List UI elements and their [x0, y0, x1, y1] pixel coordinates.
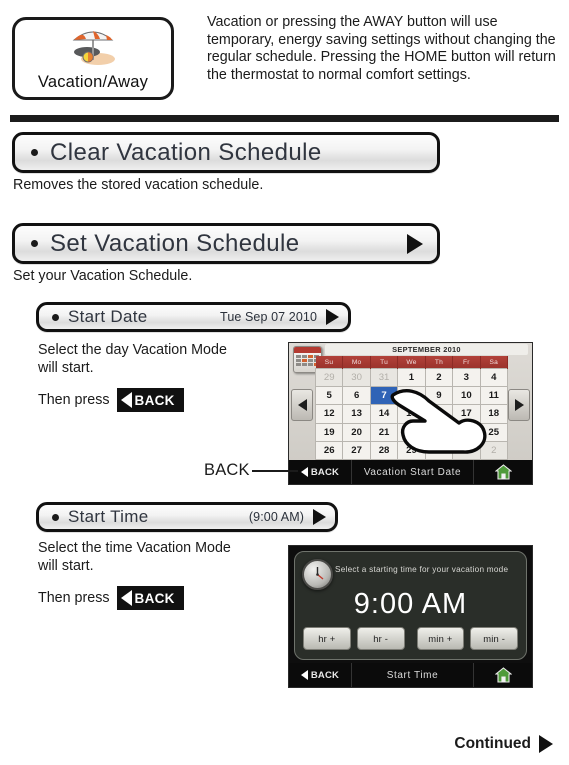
back-callout-label: BACK — [204, 461, 250, 479]
start-time-bar[interactable]: Start Time (9:00 AM) — [36, 502, 338, 532]
header-section: Vacation/Away Vacation or pressing the A… — [0, 0, 569, 110]
screen-back-label: BACK — [310, 466, 340, 478]
screen-back-button[interactable]: BACK — [289, 460, 352, 484]
calendar-status-bar: BACK Vacation Start Date — [289, 460, 532, 484]
calendar-day-cell[interactable]: 27 — [342, 440, 371, 460]
divider-rule — [10, 115, 559, 122]
back-callout: BACK — [204, 461, 298, 480]
calendar-day-cell[interactable]: 26 — [314, 440, 344, 460]
manual-page: Vacation/Away Vacation or pressing the A… — [0, 0, 569, 765]
calendar-day-cell[interactable]: 30 — [342, 367, 371, 388]
home-icon — [493, 464, 513, 480]
calendar-day-cell[interactable]: 20 — [342, 422, 371, 442]
screen-home-button[interactable] — [473, 460, 532, 484]
calendar-weekday-header: Tu — [370, 356, 399, 369]
hour-increase-button[interactable]: hr + — [303, 627, 351, 650]
back-button-chip[interactable]: BACK — [116, 388, 184, 413]
set-vacation-schedule-caption: Set your Vacation Schedule. — [13, 268, 193, 284]
left-triangle-icon — [120, 392, 132, 409]
screen-home-button[interactable] — [473, 663, 532, 687]
calendar-day-cell[interactable]: 12 — [314, 404, 344, 424]
calendar-body: SEPTEMBER 2010 Su Mo Tu We Th Fr Sa 29 30 31 1 2 3 4 5… — [289, 343, 532, 479]
bullet-icon — [52, 313, 59, 321]
home-icon — [493, 667, 513, 683]
right-triangle-icon — [407, 233, 423, 254]
calendar-day-cell[interactable]: 19 — [314, 422, 344, 442]
calendar-prev-button[interactable] — [291, 389, 313, 421]
start-time-instructions: Select the time Vacation Mode will start… — [38, 540, 288, 611]
start-date-label: Start Date — [68, 307, 148, 326]
beach-umbrella-icon — [62, 26, 124, 70]
time-panel: Select a starting time for your vacation… — [294, 551, 527, 660]
right-arrow-icon — [514, 399, 524, 411]
vacation-away-badge: Vacation/Away — [12, 17, 174, 100]
intro-text: Vacation or pressing the AWAY button wil… — [207, 14, 556, 83]
start-time-instruction-line1: Select the time Vacation Mode — [38, 540, 231, 556]
calendar-next-button[interactable] — [508, 389, 530, 421]
screen-back-label: BACK — [310, 669, 340, 681]
start-date-instructions: Select the day Vacation Mode will start.… — [38, 342, 288, 413]
right-triangle-icon — [326, 309, 339, 325]
calendar-day-cell[interactable]: 13 — [342, 404, 371, 424]
calendar-month-title: SEPTEMBER 2010 — [325, 344, 528, 355]
calendar-weekday-header: Mo — [342, 356, 371, 369]
badge-label: Vacation/Away — [37, 73, 149, 91]
left-triangle-icon — [120, 590, 132, 607]
back-chip-label: BACK — [134, 392, 175, 408]
calendar-day-cell[interactable]: 6 — [342, 386, 371, 406]
calendar-weekday-header: Fr — [452, 356, 481, 369]
time-adjust-buttons: hr + hr - min + min - — [303, 627, 518, 650]
minute-increase-button[interactable]: min + — [416, 627, 465, 650]
continued-label: Continued — [454, 735, 531, 752]
calendar-day-cell[interactable]: 5 — [314, 386, 344, 406]
clear-vacation-schedule-bar[interactable]: Clear Vacation Schedule — [12, 132, 440, 173]
callout-leader-line — [251, 469, 298, 472]
calendar-weekday-header: Sa — [480, 356, 509, 369]
bullet-icon — [31, 149, 38, 156]
bullet-icon — [52, 513, 59, 521]
time-display-value: 9:00 AM — [353, 588, 468, 620]
set-vacation-schedule-label: Set Vacation Schedule — [50, 229, 300, 257]
left-arrow-icon — [297, 399, 307, 411]
back-chip-label: BACK — [134, 590, 175, 606]
pointing-hand-icon — [390, 389, 487, 454]
calendar-weekday-header: Su — [315, 356, 344, 369]
start-date-instruction-line1: Select the day Vacation Mode — [38, 342, 227, 358]
start-time-instruction-line2: will start. — [38, 557, 94, 574]
calendar-day-cell[interactable]: 29 — [314, 367, 344, 388]
time-hint-text: Select a starting time for your vacation… — [335, 565, 509, 574]
start-time-label: Start Time — [68, 507, 149, 526]
back-button-chip[interactable]: BACK — [116, 586, 184, 611]
time-status-bar: BACK Start Time — [289, 663, 532, 687]
continued-footer: Continued — [454, 735, 553, 753]
screen-title: Start Time — [386, 669, 439, 681]
left-triangle-icon — [300, 670, 308, 680]
right-triangle-icon — [313, 509, 326, 525]
start-time-then-press: Then press — [38, 590, 110, 607]
right-triangle-icon — [539, 735, 553, 753]
calendar-weekday-header: We — [397, 356, 426, 369]
screen-back-button[interactable]: BACK — [289, 663, 352, 687]
bullet-icon — [31, 240, 38, 247]
screen-title: Vacation Start Date — [363, 466, 462, 478]
start-time-screen: Select a starting time for your vacation… — [288, 545, 533, 688]
clear-vacation-schedule-caption: Removes the stored vacation schedule. — [13, 177, 264, 193]
start-time-value: (9:00 AM) — [248, 510, 304, 524]
start-date-then-press: Then press — [38, 392, 110, 409]
clear-vacation-schedule-label: Clear Vacation Schedule — [50, 138, 322, 166]
start-date-value: Tue Sep 07 2010 — [220, 310, 317, 324]
calendar-weekday-header: Th — [425, 356, 454, 369]
hour-decrease-button[interactable]: hr - — [356, 627, 405, 650]
start-date-bar[interactable]: Start Date Tue Sep 07 2010 — [36, 302, 351, 332]
start-date-instruction-line2: will start. — [38, 359, 94, 376]
set-vacation-schedule-bar[interactable]: Set Vacation Schedule — [12, 223, 440, 264]
minute-decrease-button[interactable]: min - — [470, 627, 518, 650]
clock-icon — [302, 559, 333, 590]
left-triangle-icon — [300, 467, 308, 477]
calendar-screen: SEPTEMBER 2010 Su Mo Tu We Th Fr Sa 29 30 31 1 2 3 4 5… — [288, 342, 533, 485]
